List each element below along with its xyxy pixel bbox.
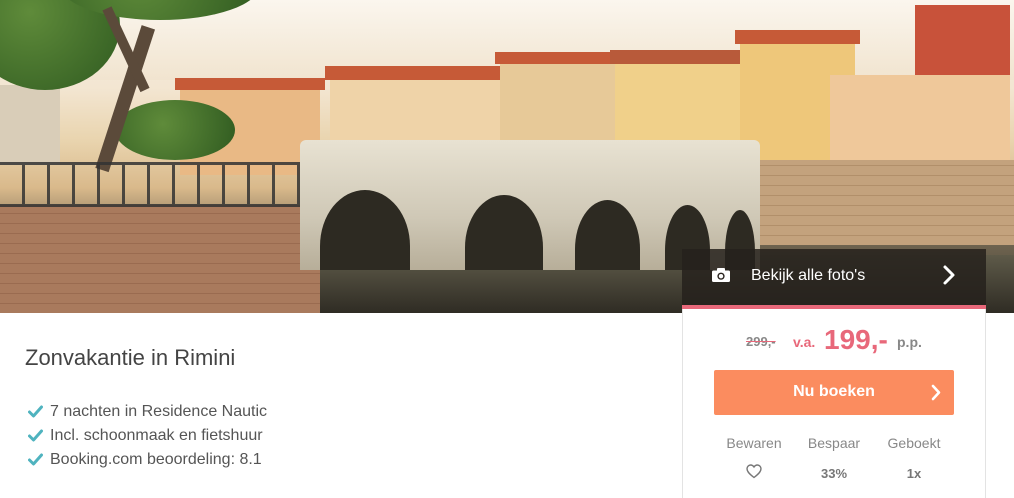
roof: [325, 66, 515, 80]
book-now-button[interactable]: Nu boeken: [714, 370, 954, 415]
chevron-right-icon: [931, 384, 941, 401]
church-tower: [915, 5, 1010, 75]
bridge-arch: [465, 195, 543, 270]
offer-title: Zonvakantie in Rimini: [25, 345, 236, 370]
view-all-photos-label: Bekijk alle foto's: [751, 267, 866, 284]
roof: [495, 52, 625, 64]
old-price: 299,-: [746, 334, 776, 349]
save-stat: Bewaren: [709, 435, 799, 479]
booked-label: Geboekt: [887, 435, 941, 451]
feature-item: Booking.com beoordeling: 8.1: [28, 451, 267, 475]
river-wall: [760, 160, 1014, 245]
bridge-arch: [320, 190, 410, 270]
current-price: 199,-: [824, 324, 888, 355]
book-now-label: Nu boeken: [793, 383, 875, 400]
feature-text: Incl. schoonmaak en fietshuur: [50, 427, 263, 444]
checkmark-icon: [28, 429, 43, 442]
heart-icon[interactable]: [746, 464, 762, 479]
chevron-right-icon: [943, 265, 955, 285]
roof: [175, 78, 325, 90]
tree: [115, 100, 235, 160]
bridge-arch: [575, 200, 640, 270]
booking-panel: 299,- v.a. 199,- p.p. Nu boeken Bewaren …: [682, 309, 986, 498]
feature-text: Booking.com beoordeling: 8.1: [50, 451, 262, 468]
feature-item: 7 nachten in Residence Nautic: [28, 403, 267, 427]
roof: [735, 30, 860, 44]
save-label: Bewaren: [726, 435, 782, 451]
building: [0, 85, 60, 165]
price-suffix: p.p.: [897, 334, 922, 350]
feature-text: 7 nachten in Residence Nautic: [50, 403, 268, 420]
price-row: 299,- v.a. 199,- p.p.: [683, 324, 985, 355]
booked-value: 1x: [906, 466, 922, 481]
discount-stat: Bespaar 33%: [789, 435, 879, 481]
discount-value: 33%: [820, 466, 848, 481]
booked-stat: Geboekt 1x: [869, 435, 959, 481]
brick-wall: [0, 205, 320, 313]
view-all-photos-button[interactable]: Bekijk alle foto's: [682, 249, 986, 305]
price-prefix: v.a.: [793, 334, 816, 350]
railing: [0, 162, 310, 207]
checkmark-icon: [28, 405, 43, 418]
feature-list: 7 nachten in Residence Nautic Incl. scho…: [28, 403, 267, 475]
discount-label: Bespaar: [807, 435, 861, 451]
building: [830, 75, 1010, 165]
camera-icon: [712, 268, 730, 282]
feature-item: Incl. schoonmaak en fietshuur: [28, 427, 267, 451]
checkmark-icon: [28, 453, 43, 466]
